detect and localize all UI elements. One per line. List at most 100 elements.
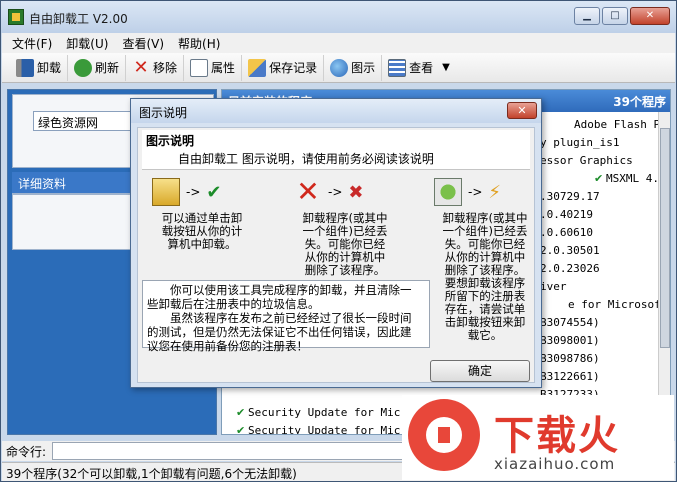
illustration-ok: -> ✔ (152, 176, 272, 208)
installer-icon (152, 178, 180, 206)
program-name: iver (540, 280, 567, 293)
globe-icon (330, 58, 349, 77)
description-line: 算机中卸载。 (167, 237, 237, 251)
description-ok: 可以通过单击卸 载按钮从你的计 算机中卸载。 (152, 212, 252, 251)
program-name: .0.40219 (540, 208, 593, 221)
arrow-icon: -> (186, 185, 201, 199)
program-list-item[interactable]: 2.0.23026 (540, 260, 600, 278)
command-label: 命令行: (6, 444, 47, 459)
description-line: 载它。 (467, 328, 503, 342)
caption-buttons: ▁ □ ✕ (574, 7, 670, 25)
note-line: 你可以使用该工具完成程序的卸载，并且清除一 (170, 283, 412, 297)
description-line: 删除了该程序。 (304, 263, 386, 277)
arrow-icon: -> (328, 185, 343, 199)
view-label: 查看 (409, 61, 434, 75)
check-icon: ✔ (594, 172, 604, 185)
note-line: 些卸载后在注册表中的垃圾信息。 (147, 297, 320, 311)
note-line: 议您在使用前备份您的注册表！ (147, 339, 308, 353)
menu-view[interactable]: 查看(V) (122, 35, 164, 52)
dialog-close-button[interactable]: ✕ (507, 102, 537, 119)
program-name: y plugin_is1 (540, 136, 620, 149)
window-title: 自由卸载工 V2.00 (29, 12, 128, 26)
refresh-label: 刷新 (95, 61, 120, 75)
save-log-button[interactable]: 保存记录 (242, 54, 325, 81)
dialog-subheading: 自由卸载工 图示说明，请使用前务必阅读该说明 (178, 152, 434, 166)
description-missing: 卸载程序(或其中 一个组件)已经丢 失。可能你已经 从你的计算机中 删除了该程序。 (290, 212, 400, 277)
watermark-logo-icon (408, 399, 480, 471)
save-log-icon (248, 58, 267, 77)
program-list-item[interactable]: e for Microsoft .N (568, 296, 670, 314)
maximize-button[interactable]: □ (602, 7, 628, 25)
note-line: 的测试，但是仍然无法保证它不出任何错误，因此建 (147, 325, 412, 339)
cross-icon: ✖ (348, 181, 364, 203)
program-name: e for Microsoft .N (568, 298, 670, 311)
save-log-label: 保存记录 (269, 61, 318, 75)
uninstall-label: 卸载 (37, 61, 62, 75)
program-list-item[interactable]: 2.0.30501 (540, 242, 600, 260)
program-list-item[interactable]: B3074554) (540, 314, 600, 332)
watermark-url: xiazaihuo.com (494, 455, 616, 473)
watermark: 下载火 xiazaihuo.com (402, 395, 674, 480)
check-icon: ✔ (236, 424, 246, 435)
chevron-down-icon[interactable]: ▼ (442, 62, 450, 73)
remove-button[interactable]: ✕ 移除 (126, 54, 185, 81)
program-list-item[interactable]: .0.40219 (540, 206, 593, 224)
properties-button[interactable]: 属性 (184, 54, 243, 81)
program-list-item[interactable]: iver (540, 278, 567, 296)
program-name: 2.0.30501 (540, 244, 600, 257)
program-name: .0.60610 (540, 226, 593, 239)
legend-button[interactable]: 图示 (324, 54, 383, 81)
legend-label: 图示 (351, 61, 376, 75)
program-name: 2.0.23026 (540, 262, 600, 275)
program-list-item[interactable]: B3098001) (540, 332, 600, 350)
legend-dialog: 图示说明 ✕ 图示说明 自由卸载工 图示说明，请使用前务必阅读该说明 -> ✔ … (130, 98, 542, 388)
refresh-button[interactable]: 刷新 (68, 54, 127, 81)
minimize-button[interactable]: ▁ (574, 7, 600, 25)
program-name: essor Graphics (540, 154, 633, 167)
program-list-item[interactable]: essor Graphics (540, 152, 633, 170)
program-list-item[interactable]: .0.60610 (540, 224, 593, 242)
dialog-title-bar: 图示说明 ✕ (131, 99, 541, 123)
lightning-icon: ⚡ (488, 181, 502, 203)
title-bar: 自由卸载工 V2.00 ▁ □ ✕ (1, 1, 676, 33)
program-name: B3074554) (540, 316, 600, 329)
program-name: B3098786) (540, 352, 600, 365)
program-list-item[interactable]: y plugin_is1 (540, 134, 619, 152)
ok-button[interactable]: 确定 (430, 360, 530, 382)
menu-file[interactable]: 文件(F) (12, 35, 52, 52)
toolbar: 卸载 刷新 ✕ 移除 属性 保存记录 图示 查看 ▼ (2, 53, 675, 83)
big-cross-icon: ✕ (296, 175, 320, 208)
dialog-body: 图示说明 自由卸载工 图示说明，请使用前务必阅读该说明 -> ✔ ✕ -> ✖ … (137, 127, 535, 383)
check-icon: ✔ (206, 181, 222, 203)
close-button[interactable]: ✕ (630, 7, 670, 25)
note-line: 虽然该程序在发布之前已经经过了很长一段时间 (170, 311, 412, 325)
check-icon: ✔ (236, 406, 246, 419)
scrollbar-thumb[interactable] (660, 128, 670, 348)
menu-help[interactable]: 帮助(H) (178, 35, 220, 52)
program-name: Adobe Flash Pl (574, 118, 667, 131)
properties-label: 属性 (211, 61, 236, 75)
program-list-item[interactable]: B3122661) (540, 368, 600, 386)
warning-note: 你可以使用该工具完成程序的卸载，并且清除一 些卸载后在注册表中的垃圾信息。 虽然该程… (142, 280, 430, 353)
gear-installer-icon (434, 178, 462, 206)
view-icon (388, 58, 407, 77)
list-scrollbar[interactable] (658, 112, 670, 434)
arrow-icon: -> (468, 185, 483, 199)
uninstall-icon (16, 58, 34, 77)
refresh-icon (74, 58, 93, 77)
uninstall-button[interactable]: 卸载 (10, 54, 69, 81)
program-list-item[interactable]: Adobe Flash Pl (574, 116, 667, 134)
remove-icon: ✕ (133, 56, 149, 78)
app-icon (8, 9, 24, 25)
program-list-item[interactable]: B3098786) (540, 350, 600, 368)
menu-uninstall[interactable]: 卸载(U) (66, 35, 108, 52)
search-input[interactable]: 绿色资源网 (33, 111, 145, 131)
program-name: B3098001) (540, 334, 600, 347)
watermark-title: 下载火 (494, 413, 620, 459)
dialog-header: 图示说明 自由卸载工 图示说明，请使用前务必阅读该说明 (142, 130, 530, 170)
description-registry: 卸载程序(或其中 一个组件)已经丢 失。可能你已经 从你的计算机中 删除了该程序。 要想卸… (430, 212, 540, 342)
illustration-missing: ✕ -> ✖ (294, 176, 414, 208)
remove-label: 移除 (153, 61, 178, 75)
view-button[interactable]: 查看 ▼ (382, 55, 456, 81)
properties-icon (190, 58, 209, 77)
